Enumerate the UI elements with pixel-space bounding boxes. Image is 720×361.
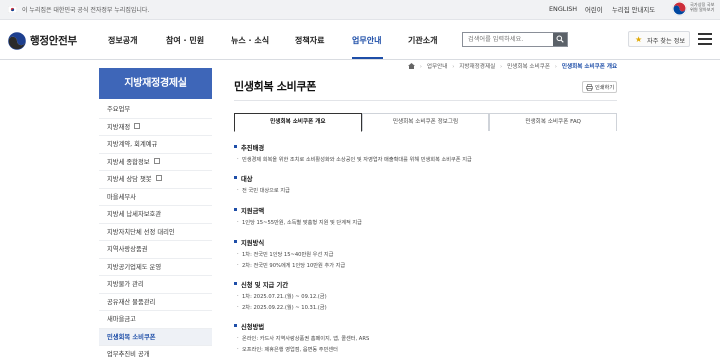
section-title: 지원방식 [234,238,617,247]
content-tabs: 민생회복 소비쿠폰 개요 민생회복 소비쿠폰 정보그림 민생회복 소비쿠폰 FA… [234,113,618,132]
printer-icon [586,84,593,91]
section-text: 오프라인: 제휴은행 영업점, 읍면동 주민센터 [234,346,617,353]
tab-infographic[interactable]: 민생회복 소비쿠폰 정보그림 [361,113,490,131]
section-title: 지원금액 [234,206,617,215]
sidebar-item[interactable]: 지방재정 [99,119,212,136]
tab-faq[interactable]: 민생회복 소비쿠폰 FAQ [489,113,618,131]
sidebar-item-label: 지방세 상담 챗봇 [107,176,152,183]
gnb-news[interactable]: 뉴스 · 소식 [231,35,269,46]
sidebar-item[interactable]: 공유재산 물품관리 [99,294,212,311]
sidebar-item[interactable]: 주요업무 [99,101,212,119]
section-text: 2차: 전국민 90%에게 1인당 10만원 추가 지급 [234,262,617,269]
site-header: 행정안전부 정보공개 참여 · 민원 뉴스 · 소식 정책자료 업무안내 기관소… [0,20,720,60]
section-period: 신청 및 지급 기간 1차: 2025.07.21.(월) ~ 09.12.(금… [234,280,617,311]
lnb-title: 지방재정경제실 [99,68,212,99]
sidebar-item[interactable]: 지방세 납세자보호관 [99,206,212,224]
sidebar-item-label: 공유재산 물품관리 [107,298,156,306]
search-input[interactable] [463,33,553,46]
breadcrumb-current: 민생회복 소비쿠폰 개요 [561,64,618,70]
sidebar-item[interactable]: 새마을금고 [99,311,212,329]
favorites-label: 자주 찾는 정보 [647,38,686,45]
gnb-participation[interactable]: 참여 · 민원 [166,35,204,46]
print-button[interactable]: 인쇄하기 [582,81,617,93]
sidebar-item-label: 지방재정 [107,123,131,131]
gov-notice: 이 누리집은 대한민국 공식 전자정부 누리집입니다. [22,7,150,14]
english-link[interactable]: ENGLISH [549,5,577,13]
sidebar-item[interactable]: 지방자치단체 선정 대리인 [99,224,212,241]
section-text: 1차: 2025.07.21.(월) ~ 09.12.(금) [234,293,617,300]
section-amount: 지원금액 1인당 15~55만원, 소득별 맞춤형 지원 및 단계적 지급 [234,206,617,226]
emblem-text[interactable]: 국가상징 국보위원 알아보기 [690,2,718,12]
section-title: 신청 및 지급 기간 [234,280,617,289]
section-title: 대상 [234,174,617,183]
search-button[interactable] [553,33,567,46]
section-text: 1인당 15~55만원, 소득별 맞춤형 지원 및 단계적 지급 [234,219,617,226]
sidebar-item-label: 지방세 납세자보호관 [107,211,162,218]
section-text: 전 국민 대상으로 지급 [234,187,617,194]
gnb-policy[interactable]: 정책자료 [295,35,324,46]
site-title[interactable]: 행정안전부 [30,33,77,48]
breadcrumb-item[interactable]: 업무안내 [427,64,448,70]
section-text: 1차: 전국민 1인당 15~40만원 우선 지급 [234,251,617,258]
page-title: 민생회복 소비쿠폰 [234,80,317,93]
home-icon[interactable] [408,62,415,69]
gnb-info-disclosure[interactable]: 정보공개 [108,35,137,46]
sidebar-item[interactable]: 지방공기업제도 운영 [99,259,212,276]
search-box [462,32,568,47]
gnb-active-indicator [352,57,383,59]
taegeuk-emblem-icon[interactable] [672,1,687,16]
title-divider [234,100,617,101]
section-target: 대상 전 국민 대상으로 지급 [234,174,617,194]
external-link-icon [153,157,160,164]
section-method: 지원방식 1차: 전국민 1인당 15~40만원 우선 지급 2차: 전국민 9… [234,238,617,269]
sidebar-item[interactable]: 지방물가 관리 [99,276,212,294]
gov-banner: 이 누리집은 대한민국 공식 전자정부 누리집입니다. ENGLISH 어린이 … [0,0,720,20]
side-nav: 주요업무지방재정지방계약, 회계예규지방세 종합정보지방세 상담 챗봇마을세무사… [99,101,212,361]
sitemap-link[interactable]: 누리집 안내지도 [612,5,655,14]
sidebar-item[interactable]: 지역사랑상품권 [99,241,212,259]
sidebar-item[interactable]: 지방계약, 회계예규 [99,136,212,154]
sidebar-item-label: 주요업무 [107,106,131,113]
sidebar-item[interactable]: 업무추진비 공개 [99,346,212,361]
korea-flag-icon [8,6,17,13]
gnb-about[interactable]: 기관소개 [408,35,437,46]
breadcrumb-item[interactable]: 민생회복 소비쿠폰 [507,64,550,70]
sidebar-item[interactable]: 지방세 종합정보 [99,154,212,171]
section-text: 민생경제 회복을 위한 조치로 소비활성화와 소상공인 및 자영업자 매출확대를… [234,156,617,163]
breadcrumb: › 업무안내 › 지방재정경제실 › 민생회복 소비쿠폰 › 민생회복 소비쿠폰… [408,62,617,70]
sidebar-item-label: 새마을금고 [107,316,136,323]
sidebar-item-label: 지방세 종합정보 [107,158,150,166]
sidebar-item-label: 지방물가 관리 [107,281,144,288]
breadcrumb-item[interactable]: 지방재정경제실 [459,64,495,70]
sidebar-item-label: 업무추진비 공개 [107,351,150,358]
gnb-work-guide[interactable]: 업무안내 [352,35,381,46]
external-link-icon [134,122,141,129]
section-apply: 신청방법 온라인: 카드사 지역사랑상품권 홈페이지, 앱, 콜센터, ARS … [234,322,617,353]
sidebar-item-label: 지역사랑상품권 [107,246,148,253]
tab-overview[interactable]: 민생회복 소비쿠폰 개요 [234,113,362,132]
external-link-icon [155,175,162,181]
sidebar-item[interactable]: 마을세무사 [99,189,212,206]
search-icon [556,35,564,43]
sidebar-item-label: 민생회복 소비쿠폰 [107,333,156,341]
sidebar-item[interactable]: 민생회복 소비쿠폰 [99,328,212,346]
print-label: 인쇄하기 [595,85,615,91]
sidebar-item-label: 지방자치단체 선정 대리인 [107,228,175,236]
sidebar-item[interactable]: 지방세 상담 챗봇 [99,171,212,189]
section-text: 2차: 2025.09.22.(월) ~ 10.31.(금) [234,304,617,311]
section-text: 온라인: 카드사 지역사랑상품권 홈페이지, 앱, 콜센터, ARS [234,335,617,342]
star-icon: ★ [635,35,643,44]
section-title: 추진배경 [234,143,617,152]
kids-link[interactable]: 어린이 [585,5,603,14]
sidebar-item-label: 마을세무사 [107,193,136,201]
section-background: 추진배경 민생경제 회복을 위한 조치로 소비활성화와 소상공인 및 자영업자 … [234,143,617,163]
sidebar-item-label: 지방계약, 회계예규 [107,141,158,148]
ministry-logo-icon[interactable] [8,32,26,50]
sidebar-item-label: 지방공기업제도 운영 [107,263,162,271]
menu-icon[interactable] [698,33,712,45]
favorites-button[interactable]: ★ 자주 찾는 정보 [628,31,690,47]
section-title: 신청방법 [234,322,617,331]
